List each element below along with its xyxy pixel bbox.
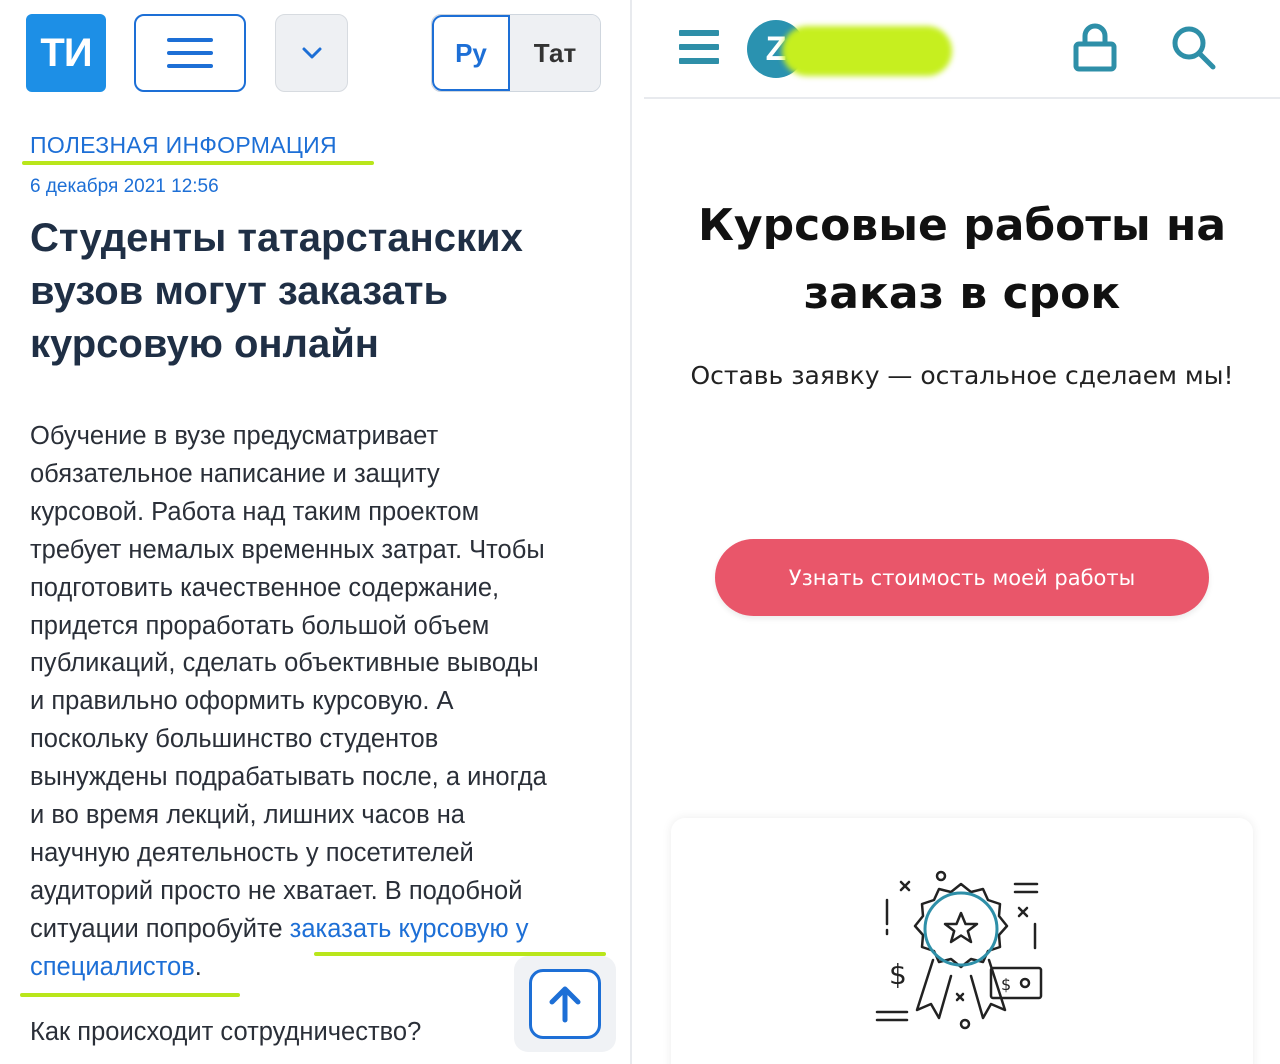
feature-card: $ $ — [671, 818, 1253, 1064]
hero-title: Курсовые работы на заказ в срок — [697, 200, 1227, 319]
body-line: ситуации попробуйте заказать курсовую у — [30, 911, 620, 949]
body-text-segment: . — [194, 952, 202, 981]
lang-tat-button[interactable]: Тат — [510, 15, 600, 91]
body-line: научную деятельность у посетителей — [30, 838, 474, 867]
body-line: и правильно оформить курсовую. А — [30, 687, 454, 716]
order-coursework-link[interactable]: заказать курсовую у — [290, 915, 529, 943]
menu-icon-bar — [167, 51, 213, 55]
body-line: публикаций, сделать объективные выводы — [30, 649, 539, 678]
body-line: вынуждены подрабатывать после, а иногда — [30, 763, 547, 792]
section-subheading: Как происходит сотрудничество? — [30, 1018, 422, 1046]
search-icon[interactable] — [1170, 24, 1218, 72]
body-text-segment: ситуации попробуйте — [30, 914, 290, 943]
body-line: аудиторий просто не хватает. В подобной — [30, 876, 523, 905]
article-category[interactable]: ПОЛЕЗНАЯ ИНФОРМАЦИЯ — [30, 132, 337, 159]
site-logo[interactable]: ТИ — [26, 14, 106, 92]
article-body: Обучение в вузе предусматривает обязател… — [30, 418, 620, 987]
get-price-button[interactable]: Узнать стоимость моей работы — [715, 539, 1209, 616]
body-line: требует немалых временных затрат. Чтобы — [30, 535, 545, 564]
menu-button[interactable] — [134, 14, 246, 92]
scroll-to-top-button[interactable] — [514, 956, 616, 1052]
menu-icon-bar — [167, 64, 213, 68]
highlight-underline — [20, 993, 240, 997]
award-badge-icon: $ $ — [875, 870, 1043, 1030]
body-line: подготовить качественное содержание, — [30, 573, 500, 602]
body-line: поскольку большинство студентов — [30, 725, 439, 754]
arrow-up-icon — [549, 986, 581, 1023]
menu-icon-bar — [679, 30, 719, 36]
service-landing-panel: Z Курсовые работы на заказ в срок Оставь… — [632, 0, 1280, 1064]
news-article-panel: ТИ Ру Тат ПОЛЕЗНАЯ ИНФОРМАЦИЯ 6 декабря … — [0, 0, 630, 1064]
scroll-to-top-frame — [529, 969, 601, 1039]
lock-icon[interactable] — [1073, 22, 1117, 72]
body-line: курсовой. Работа над таким проектом — [30, 497, 480, 526]
body-line: и во время лекций, лишних часов на — [30, 801, 465, 830]
dollar-sign-text: $ — [1001, 975, 1011, 994]
hero-subtitle: Оставь заявку — остальное сделаем мы! — [690, 361, 1234, 390]
menu-icon-bar — [679, 44, 719, 50]
body-line: Обучение в вузе предусматривает — [30, 422, 439, 450]
highlight-underline — [22, 161, 374, 165]
menu-icon-bar — [167, 38, 213, 42]
article-date: 6 декабря 2021 12:56 — [30, 176, 219, 197]
chevron-down-icon — [302, 47, 321, 59]
header-separator — [644, 97, 1280, 99]
body-line: обязательное написание и защиту — [30, 459, 440, 488]
dollar-sign-text: $ — [889, 958, 907, 991]
specialists-link[interactable]: специалистов — [30, 953, 195, 981]
redacted-brand-name — [782, 26, 952, 76]
lang-ru-button[interactable]: Ру — [432, 15, 510, 91]
body-line: придется проработать большой объем — [30, 611, 490, 640]
article-headline: Студенты татарстанских вузов могут заказ… — [30, 216, 523, 366]
hamburger-menu-icon[interactable] — [679, 30, 719, 64]
language-switcher: Ру Тат — [431, 14, 601, 92]
dropdown-button[interactable] — [275, 14, 348, 92]
menu-icon-bar — [679, 58, 719, 64]
